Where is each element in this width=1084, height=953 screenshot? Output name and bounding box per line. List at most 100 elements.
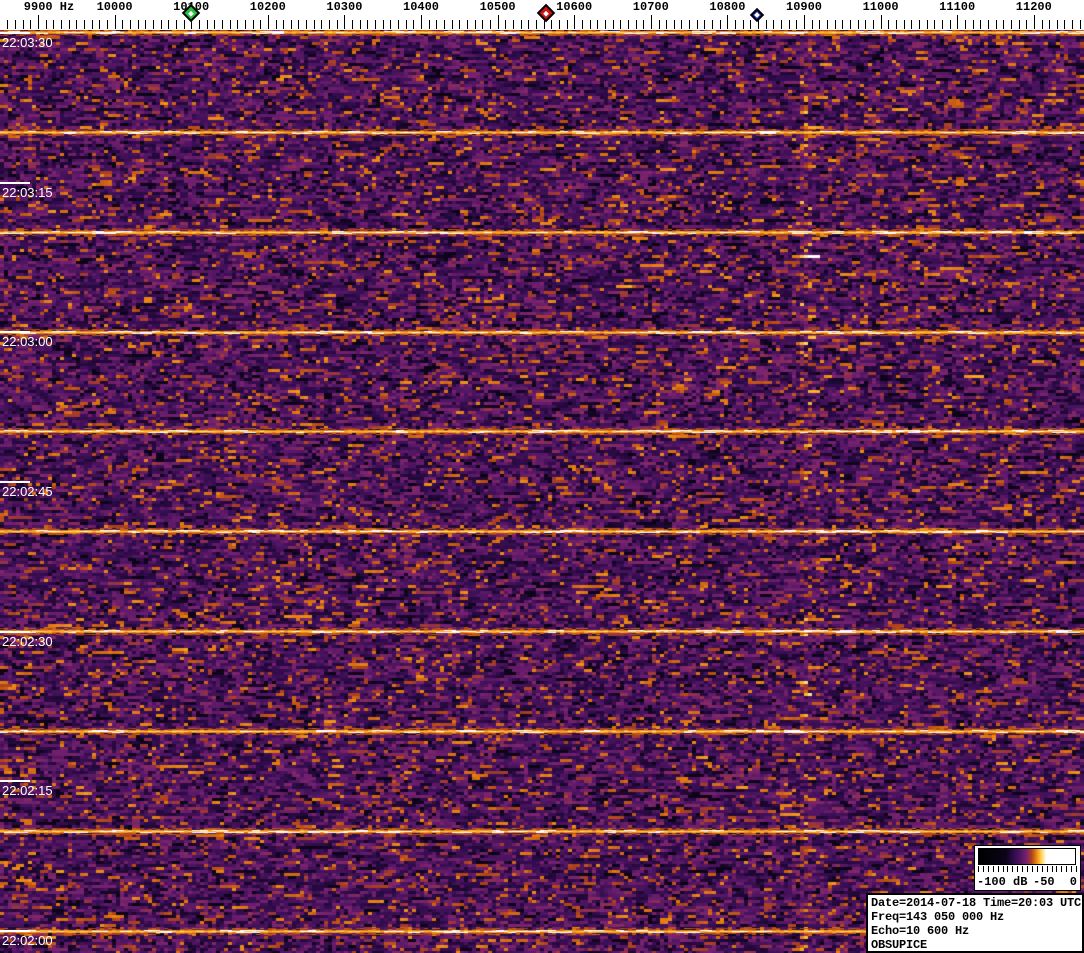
ruler-minor-tick [627, 20, 629, 29]
ruler-minor-tick [352, 20, 354, 29]
ruler-minor-tick [635, 20, 637, 29]
time-label: 22:02:30 [2, 634, 53, 649]
spectrogram-canvas[interactable] [0, 30, 1084, 953]
ruler-minor-tick [842, 20, 844, 29]
ruler-minor-tick [934, 20, 936, 29]
ruler-major-tick [880, 15, 882, 29]
ruler-minor-tick [61, 20, 62, 29]
ruler-label: 10600 [556, 0, 593, 14]
ruler-minor-tick [888, 20, 890, 29]
colorbar-tick [978, 866, 979, 872]
ruler-minor-tick [22, 20, 24, 29]
colorbar-tick [1017, 866, 1019, 872]
ruler-minor-tick [198, 20, 200, 29]
ruler-minor-tick [183, 20, 185, 29]
ruler-minor-tick [689, 20, 691, 29]
ruler-minor-tick [666, 20, 668, 29]
colorbar-label-max: 0 [1069, 875, 1077, 889]
ruler-minor-tick [1049, 20, 1051, 29]
ruler-label: 11200 [1015, 0, 1052, 14]
ruler-minor-tick [911, 20, 913, 29]
colorbar-label-mid: -50 [1033, 875, 1055, 889]
ruler-minor-tick [260, 20, 262, 29]
ruler-minor-tick [765, 20, 767, 29]
ruler-minor-tick [696, 20, 698, 29]
ruler-minor-tick [122, 20, 124, 29]
ruler-minor-tick [581, 20, 583, 29]
info-line-station: OBSUPICE [871, 938, 928, 952]
ruler-major-tick [727, 15, 729, 29]
ruler-minor-tick [413, 20, 415, 29]
colorbar-tick [1051, 866, 1053, 872]
colorbar-tick [1066, 866, 1068, 872]
ruler-minor-tick [137, 20, 139, 29]
ruler-minor-tick [643, 20, 645, 29]
ruler-minor-tick [512, 20, 514, 29]
ruler-minor-tick [106, 20, 108, 29]
colorbar-label-min: -100 dB [977, 875, 1028, 889]
ruler-minor-tick [405, 20, 407, 29]
time-label: 22:02:00 [2, 933, 53, 948]
time-tick [0, 331, 30, 333]
ruler-minor-tick [1072, 20, 1074, 29]
ruler-minor-tick [129, 20, 131, 29]
ruler-minor-tick [750, 20, 752, 29]
ruler-minor-tick [788, 20, 790, 29]
ruler-minor-tick [528, 20, 530, 29]
ruler-minor-tick [811, 20, 813, 29]
ruler-minor-tick [84, 20, 85, 29]
ruler-major-tick [497, 15, 499, 29]
ruler-minor-tick [451, 20, 453, 29]
ruler-minor-tick [758, 20, 759, 29]
ruler-minor-tick [719, 20, 721, 29]
colorbar-tick [1076, 866, 1077, 872]
ruler-minor-tick [321, 20, 323, 29]
ruler-label: 10900 [785, 0, 823, 14]
ruler-label: 10700 [632, 0, 669, 14]
colorbar-tick [1036, 866, 1038, 872]
ruler-minor-tick [206, 20, 208, 29]
ruler-minor-tick [390, 20, 392, 29]
ruler-minor-tick [857, 20, 859, 29]
ruler-minor-tick [15, 20, 16, 29]
info-line-echo: Echo=10 600 Hz [871, 924, 970, 938]
waterfall-window: 9900 Hz100001010010200103001040010500106… [0, 0, 1084, 953]
ruler-minor-tick [214, 20, 216, 29]
ruler-minor-tick [53, 20, 55, 29]
ruler-minor-tick [926, 20, 928, 29]
ruler-major-tick [574, 15, 576, 29]
colorbar-tick [1041, 866, 1043, 872]
ruler-minor-tick [972, 20, 974, 29]
ruler-major-tick [1033, 15, 1035, 29]
time-tick [0, 631, 30, 633]
ruler-minor-tick [229, 20, 231, 29]
ruler-label: 10800 [709, 0, 746, 14]
colorbar-tick [1061, 866, 1063, 872]
ruler-minor-tick [1056, 20, 1058, 29]
ruler-minor-tick [620, 20, 622, 29]
colorbar-tick [1031, 866, 1033, 872]
colorbar-tick [997, 866, 999, 872]
ruler-minor-tick [467, 20, 468, 29]
time-tick [0, 481, 30, 483]
ruler-minor-tick [152, 20, 154, 29]
colorbar-tick [1046, 866, 1048, 872]
time-label: 22:03:15 [2, 185, 53, 200]
ruler-minor-tick [1041, 20, 1043, 29]
ruler-minor-tick [237, 20, 239, 29]
ruler-minor-tick [819, 20, 821, 29]
ruler-minor-tick [681, 20, 683, 29]
marker-center-dot [188, 10, 194, 16]
ruler-major-tick [38, 15, 39, 29]
ruler-minor-tick [987, 20, 989, 29]
ruler-label: 9900 Hz [23, 0, 75, 14]
info-line-date: Date=2014-07-18 Time=20:03 UTC [871, 896, 1082, 910]
ruler-label: 10000 [96, 0, 133, 14]
ruler-minor-tick [99, 20, 101, 29]
ruler-minor-tick [160, 20, 162, 29]
time-tick [0, 32, 30, 34]
ruler-major-tick [650, 15, 652, 29]
ruler-minor-tick [1003, 20, 1005, 29]
ruler-minor-tick [76, 20, 78, 29]
ruler-minor-tick [474, 20, 476, 29]
